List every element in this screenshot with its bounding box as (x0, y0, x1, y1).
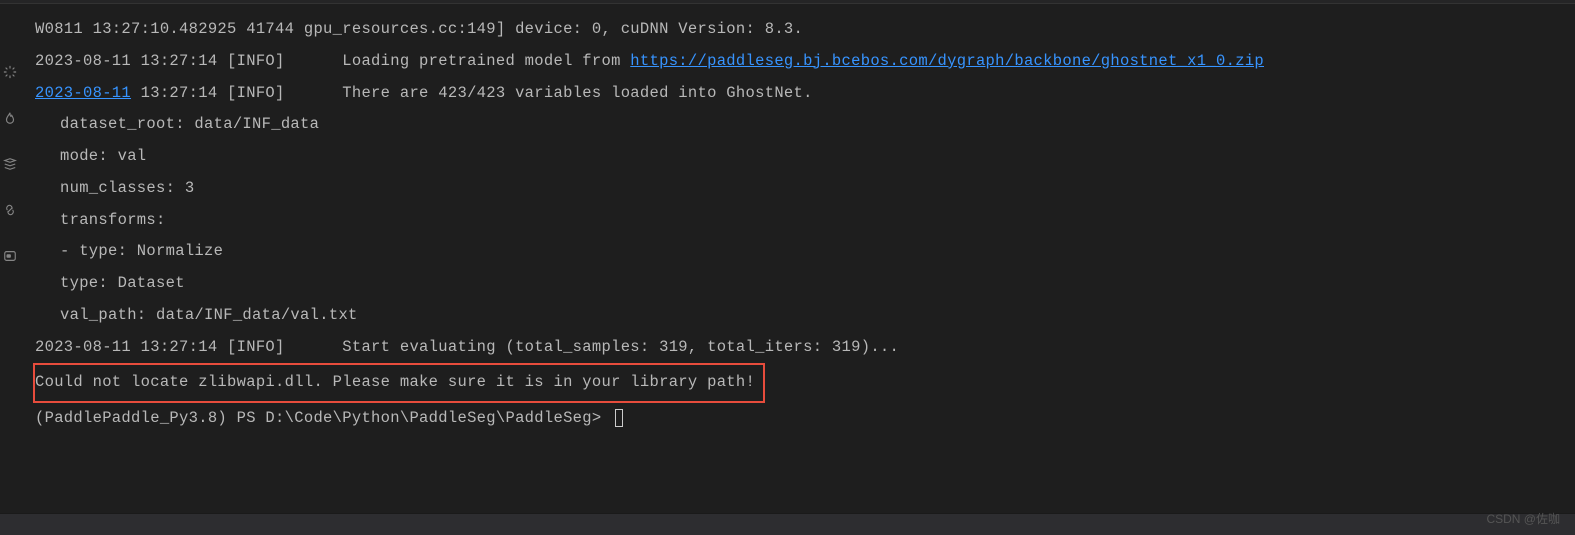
config-line: mode: val (35, 141, 1560, 173)
error-highlight-box: Could not locate zlibwapi.dll. Please ma… (35, 363, 1560, 403)
config-line: num_classes: 3 (35, 173, 1560, 205)
square-icon[interactable] (2, 248, 18, 264)
prompt-line[interactable]: (PaddlePaddle_Py3.8) PS D:\Code\Python\P… (35, 403, 1560, 435)
config-line: val_path: data/INF_data/val.txt (35, 300, 1560, 332)
stack-icon[interactable] (2, 156, 18, 172)
error-line: Could not locate zlibwapi.dll. Please ma… (33, 363, 765, 403)
config-line: - type: Normalize (35, 236, 1560, 268)
log-line: W0811 13:27:10.482925 41744 gpu_resource… (35, 14, 1560, 46)
log-line: 2023-08-11 13:27:14 [INFO] Start evaluat… (35, 332, 1560, 364)
config-line: type: Dataset (35, 268, 1560, 300)
config-line: transforms: (35, 205, 1560, 237)
cursor (615, 409, 623, 427)
date-link[interactable]: 2023-08-11 (35, 84, 131, 102)
status-bar[interactable] (0, 513, 1575, 535)
terminal-output[interactable]: W0811 13:27:10.482925 41744 gpu_resource… (20, 4, 1575, 511)
link-icon[interactable] (2, 202, 18, 218)
activity-bar (0, 4, 20, 511)
sparkle-icon[interactable] (2, 64, 18, 80)
log-line: 2023-08-11 13:27:14 [INFO] Loading pretr… (35, 46, 1560, 78)
log-line: 2023-08-11 13:27:14 [INFO] There are 423… (35, 78, 1560, 110)
flame-icon[interactable] (2, 110, 18, 126)
config-line: dataset_root: data/INF_data (35, 109, 1560, 141)
model-url-link[interactable]: https://paddleseg.bj.bcebos.com/dygraph/… (630, 52, 1264, 70)
watermark: CSDN @佐咖 (1486, 510, 1560, 527)
